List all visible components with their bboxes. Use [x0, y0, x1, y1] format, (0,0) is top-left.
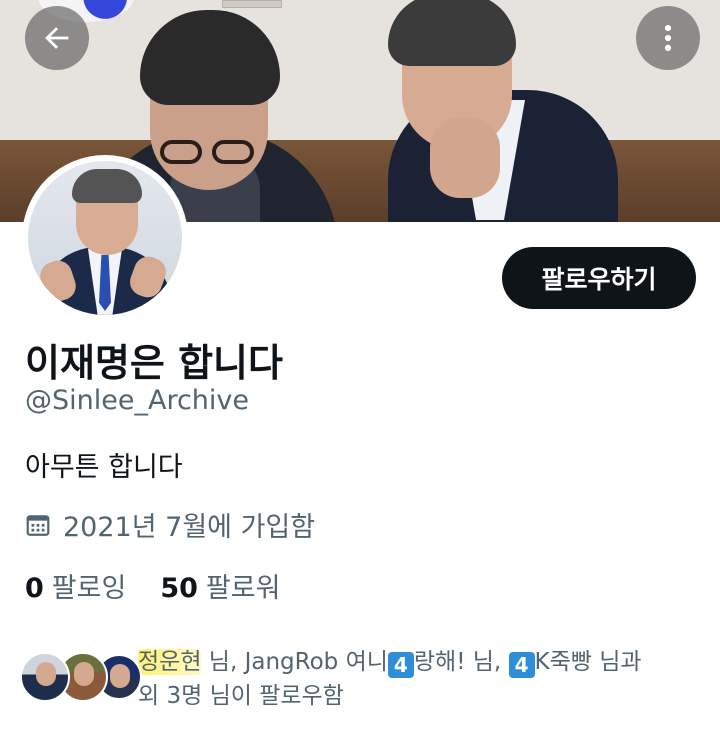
back-button[interactable]	[25, 6, 89, 70]
followers-label: 팔로워	[205, 573, 281, 604]
follower-name-2: JangRob 여니	[244, 649, 388, 675]
profile-avatar[interactable]	[22, 155, 188, 321]
profile-handle: @Sinlee_Archive	[25, 385, 250, 416]
follower-avatar-1-face	[36, 662, 56, 686]
follower-avatar-3-face	[110, 664, 130, 688]
banner-person-left-glasses-left	[160, 140, 202, 164]
following-count-link[interactable]: 0 팔로잉	[25, 566, 126, 605]
calendar-icon	[26, 514, 50, 536]
follower-name-3: K죽빵	[534, 649, 592, 675]
follower-suffix-3: 님과	[591, 649, 642, 675]
followed-by-text: 정운현 님, JangRob 여니 4 랑해! 님, 4 K죽빵 님과 외 3명 님이…	[138, 645, 710, 713]
following-count: 0	[25, 573, 44, 604]
banner-frame	[222, 0, 282, 8]
follow-counts: 0 팔로잉 50 팔로워	[25, 566, 280, 605]
follower-name-1: 정운현	[138, 649, 202, 675]
more-options-button[interactable]	[636, 6, 700, 70]
follower-suffix-2: 님,	[465, 649, 509, 675]
follower-avatar-1	[20, 652, 70, 702]
keycap-badge-icon: 4	[508, 652, 535, 678]
banner-person-right-hair	[388, 0, 516, 66]
followed-by-line2: 외 3명 님이 팔로우함	[138, 683, 344, 709]
banner-person-right-hand	[430, 118, 500, 198]
arrow-left-icon	[45, 27, 69, 49]
follower-avatar-2-face	[74, 662, 94, 686]
banner-person-left-glasses-right	[212, 140, 254, 164]
profile-display-name: 이재명은 합니다	[25, 341, 283, 385]
following-label: 팔로잉	[51, 573, 127, 604]
followed-by-row[interactable]: 정운현 님, JangRob 여니 4 랑해! 님, 4 K죽빵 님과 외 3명 님이…	[20, 645, 710, 725]
follow-button[interactable]: 팔로우하기	[502, 247, 696, 309]
avatar-photo	[28, 161, 182, 315]
profile-bio: 아무튼 합니다	[25, 452, 183, 483]
followers-count: 50	[160, 573, 198, 604]
profile-joined-date: 2021년 7월에 가입함	[25, 505, 315, 544]
joined-date-text: 2021년 7월에 가입함	[63, 512, 316, 543]
keycap-badge-icon: 4	[387, 652, 414, 678]
avatar-hair	[72, 169, 142, 203]
follower-suffix-1: 님,	[201, 649, 245, 675]
followers-count-link[interactable]: 50 팔로워	[160, 566, 280, 605]
follower-name-2-rest: 랑해!	[413, 649, 466, 675]
more-vertical-icon	[664, 24, 672, 52]
banner-wall	[0, 0, 720, 140]
